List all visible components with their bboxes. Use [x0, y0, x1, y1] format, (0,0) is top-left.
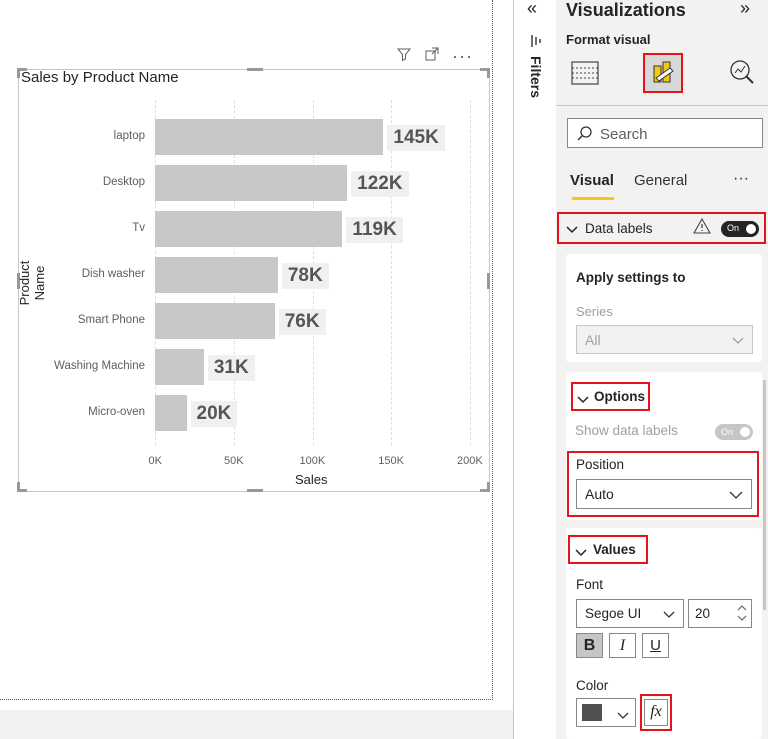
bar[interactable]: [155, 349, 204, 385]
resize-handle-tr-v[interactable]: [487, 68, 490, 78]
x-tick-label: 50K: [224, 455, 244, 467]
pane-subtitle: Format visual: [566, 32, 651, 47]
chevron-down-icon: [617, 708, 629, 726]
resize-handle-bottom[interactable]: [247, 489, 263, 492]
tab-visual-underline: [572, 197, 614, 200]
x-tick-label: 150K: [378, 455, 404, 467]
tab-general[interactable]: General: [634, 172, 687, 189]
show-data-labels-toggle-text: On: [721, 427, 734, 437]
analytics-icon[interactable]: [728, 58, 756, 91]
chevron-down-icon: [729, 480, 743, 510]
color-picker[interactable]: [576, 698, 636, 727]
chevron-down-icon[interactable]: [577, 392, 589, 410]
underline-button[interactable]: U: [642, 633, 669, 658]
more-options-icon[interactable]: ···: [452, 46, 473, 67]
tabs-more-icon[interactable]: ···: [733, 170, 749, 188]
filters-label[interactable]: Filters: [528, 56, 544, 98]
chevron-down-icon: [732, 326, 744, 356]
y-tick-label: Micro-oven: [88, 406, 145, 418]
series-label: Series: [576, 304, 613, 319]
search-placeholder: Search: [600, 126, 648, 143]
bar[interactable]: [155, 303, 275, 339]
search-icon: [577, 125, 593, 146]
x-tick-label: 100K: [299, 455, 326, 467]
bar[interactable]: [155, 165, 348, 201]
position-dropdown-value: Auto: [585, 486, 614, 502]
bold-button[interactable]: B: [576, 633, 603, 658]
font-size-stepper[interactable]: 20: [688, 599, 752, 628]
stepper-arrows-icon[interactable]: [737, 602, 747, 634]
resize-handle-br-v[interactable]: [487, 482, 490, 492]
tab-visual[interactable]: Visual: [570, 172, 614, 189]
data-label: 78K: [281, 263, 329, 289]
x-axis-title: Sales: [295, 472, 328, 487]
pane-title: Visualizations: [566, 0, 686, 20]
series-dropdown-value: All: [585, 332, 601, 348]
gridline: [391, 100, 393, 445]
show-data-labels-label: Show data labels: [575, 423, 678, 438]
y-tick-label: laptop: [113, 130, 145, 142]
position-dropdown[interactable]: Auto: [576, 479, 752, 509]
filter-icon[interactable]: [396, 46, 412, 66]
font-family-value: Segoe UI: [585, 606, 642, 621]
collapse-right-icon[interactable]: »: [740, 0, 750, 19]
resize-handle-top[interactable]: [247, 68, 263, 71]
y-tick-label: Tv: [132, 222, 145, 234]
chevron-down-icon[interactable]: [575, 545, 587, 563]
font-label: Font: [576, 577, 604, 592]
y-axis-title: Product Name: [17, 260, 47, 306]
visual-title: Sales by Product Name: [21, 69, 179, 86]
pane-divider: [556, 105, 768, 106]
color-swatch: [582, 704, 602, 721]
warning-icon: [693, 217, 711, 239]
y-tick-label: Washing Machine: [54, 360, 145, 372]
filters-pane-collapsed[interactable]: [513, 0, 557, 739]
bar[interactable]: [155, 395, 187, 431]
gridline: [470, 100, 471, 445]
font-family-dropdown[interactable]: Segoe UI: [576, 599, 684, 628]
series-dropdown[interactable]: All: [576, 325, 753, 354]
data-label: 76K: [278, 309, 326, 335]
search-box[interactable]: [567, 118, 763, 148]
format-paintbrush-icon: [650, 58, 678, 93]
bar[interactable]: [155, 211, 343, 247]
build-visual-icon[interactable]: [570, 58, 600, 93]
font-size-value: 20: [695, 606, 711, 621]
values-title[interactable]: Values: [593, 542, 636, 557]
page-tabs-bar: [0, 710, 555, 739]
data-label: 20K: [190, 401, 238, 427]
y-tick-label: Desktop: [102, 176, 145, 188]
data-label: 119K: [346, 217, 403, 243]
apply-settings-title: Apply settings to: [576, 270, 686, 285]
chevron-down-icon: [663, 600, 675, 630]
visual-header: ···: [396, 45, 473, 67]
bar[interactable]: [155, 119, 384, 155]
filter-funnel-icon: [529, 34, 543, 53]
fx-button[interactable]: fx: [644, 699, 668, 726]
x-tick-label: 200K: [457, 455, 483, 467]
data-labels-toggle-knob: [746, 224, 756, 234]
chevron-down-icon[interactable]: [566, 222, 578, 240]
options-title[interactable]: Options: [594, 389, 645, 404]
resize-handle-right[interactable]: [487, 273, 490, 289]
data-labels-title[interactable]: Data labels: [585, 221, 653, 236]
data-label: 145K: [387, 125, 445, 151]
resize-handle-bl-v[interactable]: [17, 482, 20, 492]
data-label: 31K: [207, 355, 255, 381]
italic-button[interactable]: I: [609, 633, 636, 658]
position-label: Position: [576, 457, 625, 472]
collapse-left-icon[interactable]: «: [527, 0, 537, 19]
data-label: 122K: [351, 171, 409, 197]
resize-handle-tl-v[interactable]: [17, 68, 20, 78]
bar[interactable]: [155, 257, 278, 293]
data-labels-toggle-text: On: [727, 223, 740, 233]
color-label: Color: [576, 678, 609, 693]
show-data-labels-toggle-knob: [740, 427, 750, 437]
x-tick-label: 0K: [148, 455, 162, 467]
focus-mode-icon[interactable]: [424, 46, 440, 66]
pane-scrollbar[interactable]: [763, 380, 766, 610]
